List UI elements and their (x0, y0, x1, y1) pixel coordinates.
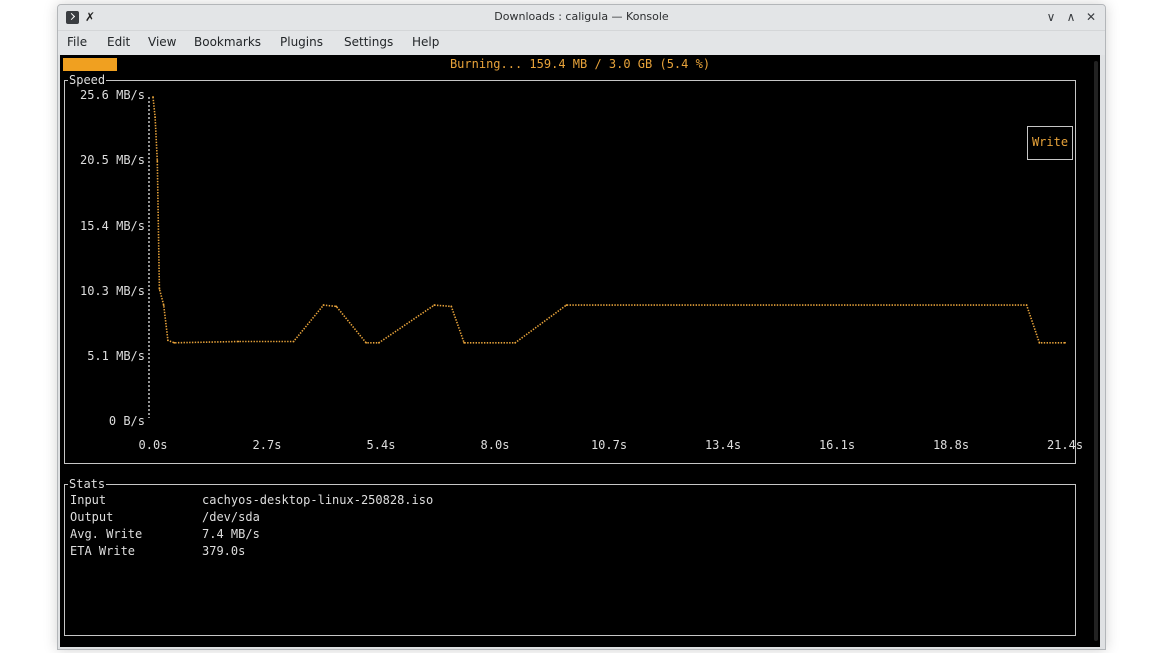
x-tick-label: 0.0s (138, 438, 168, 452)
x-tick-label: 2.7s (252, 438, 282, 452)
menu-bar: File Edit View Bookmarks Plugins Setting… (58, 31, 1105, 55)
data-point (1025, 304, 1028, 306)
stat-value-avg-write: 7.4 MB/s (202, 527, 260, 541)
data-point (322, 304, 325, 306)
stats-panel: Stats Input cachyos-desktop-linux-250828… (64, 476, 1076, 636)
data-point (433, 304, 436, 306)
menu-edit[interactable]: Edit (107, 35, 130, 49)
data-point (1038, 341, 1041, 344)
stat-label-output: Output (70, 510, 114, 524)
x-tick-label: 18.8s (932, 438, 970, 452)
stat-label-avg-write: Avg. Write (70, 527, 143, 541)
stat-label-input: Input (70, 493, 107, 507)
data-point (158, 287, 161, 290)
stat-label-eta-write: ETA Write (70, 544, 136, 558)
progress-text: Burning... 159.4 MB / 3.0 GB (5.4 %) (449, 57, 711, 71)
x-tick-label: 13.4s (704, 438, 742, 452)
data-point (463, 341, 465, 344)
series-line-write (152, 96, 1065, 344)
y-tick-label: 10.3 MB/s (79, 283, 145, 298)
y-tick-label: 5.1 MB/s (87, 349, 145, 364)
data-point (154, 116, 156, 118)
title-bar[interactable]: ✗ Downloads : caligula — Konsole ∨ ∧ ✕ (58, 5, 1105, 31)
x-tick-label: 10.7s (590, 438, 628, 452)
data-point (335, 305, 338, 308)
y-tick-label: 0 B/s (108, 414, 145, 429)
x-tick-label: 5.4s (366, 438, 396, 452)
stats-panel-title: Stats (68, 476, 107, 492)
scrollbar[interactable] (1094, 61, 1098, 641)
stat-value-output: /dev/sda (202, 510, 260, 524)
x-tick-label: 21.4s (1046, 438, 1084, 452)
data-point (514, 341, 517, 344)
speed-panel: Speed Write 25.6 MB/s 20.5 MB/s 15.4 MB/s 1… (64, 72, 1083, 464)
data-point (378, 341, 380, 344)
data-point (565, 304, 568, 306)
menu-file[interactable]: File (67, 35, 87, 49)
data-point (450, 305, 453, 308)
y-tick-label: 20.5 MB/s (79, 153, 145, 168)
data-point (162, 304, 165, 306)
y-tick-label: 25.6 MB/s (79, 88, 145, 102)
x-tick-label: 16.1s (818, 438, 856, 452)
close-button[interactable]: ✕ (1083, 9, 1099, 25)
konsole-window: ✗ Downloads : caligula — Konsole ∨ ∧ ✕ F… (57, 4, 1106, 650)
menu-help[interactable]: Help (412, 35, 439, 49)
maximize-button[interactable]: ∧ (1063, 9, 1079, 25)
menu-settings[interactable]: Settings (344, 35, 393, 49)
menu-view[interactable]: View (148, 35, 176, 49)
y-tick-label: 15.4 MB/s (79, 218, 145, 233)
data-point (237, 340, 240, 343)
stat-value-eta-write: 379.0s (202, 544, 246, 558)
minimize-button[interactable]: ∨ (1043, 9, 1059, 25)
window-title: Downloads : caligula — Konsole (494, 10, 669, 23)
menu-bookmarks[interactable]: Bookmarks (194, 35, 261, 49)
data-point (167, 339, 169, 342)
speed-chart (148, 96, 1066, 418)
data-point (156, 160, 159, 162)
terminal-view[interactable]: Burning... 159.4 MB / 3.0 GB (5.4 %) Spe… (60, 55, 1100, 647)
data-point (173, 341, 176, 344)
data-point (152, 96, 154, 98)
stat-value-input: cachyos-desktop-linux-250828.iso (202, 493, 434, 507)
data-point (292, 340, 295, 343)
data-point (1064, 341, 1066, 344)
data-point (365, 341, 367, 344)
legend-box: Write (1027, 126, 1073, 160)
legend-write: Write (1031, 135, 1069, 149)
x-tick-label: 8.0s (480, 438, 510, 452)
menu-plugins[interactable]: Plugins (280, 35, 323, 49)
